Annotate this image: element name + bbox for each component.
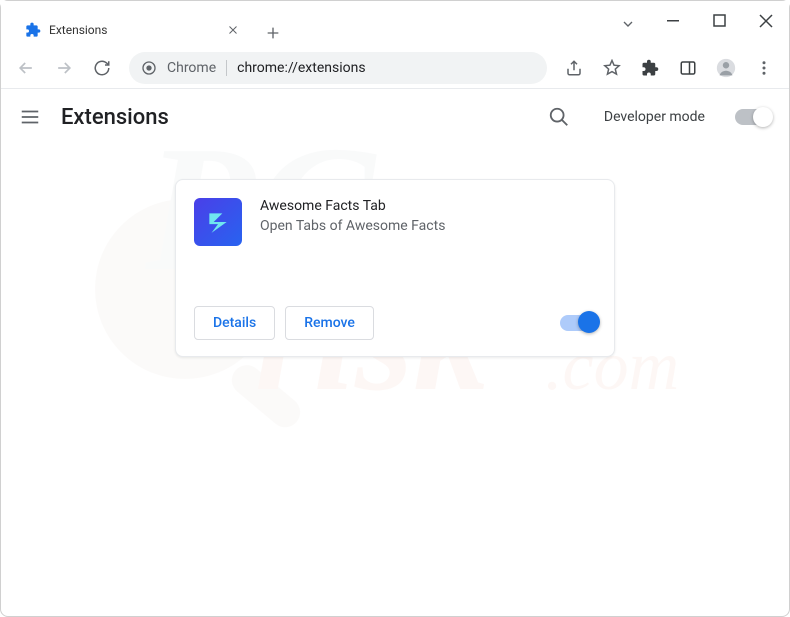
bookmark-icon[interactable] <box>595 51 629 85</box>
profile-icon[interactable] <box>709 51 743 85</box>
extension-name: Awesome Facts Tab <box>260 198 445 214</box>
back-button[interactable] <box>9 51 43 85</box>
tab-title: Extensions <box>49 23 217 37</box>
chrome-icon <box>141 60 157 76</box>
extension-icon <box>194 198 242 246</box>
share-icon[interactable] <box>557 51 591 85</box>
window-controls <box>605 1 789 47</box>
new-tab-button[interactable] <box>259 19 287 47</box>
remove-button[interactable]: Remove <box>285 306 374 340</box>
menu-icon[interactable] <box>747 51 781 85</box>
tab-close-icon[interactable] <box>225 22 241 38</box>
details-button[interactable]: Details <box>194 306 275 340</box>
forward-button[interactable] <box>47 51 81 85</box>
developer-mode-label: Developer mode <box>604 109 705 125</box>
chevron-down-icon[interactable] <box>605 1 651 47</box>
omnibox-separator <box>226 60 227 76</box>
omnibox-url: chrome://extensions <box>237 60 365 76</box>
sidepanel-icon[interactable] <box>671 51 705 85</box>
extensions-icon[interactable] <box>633 51 667 85</box>
extensions-header: Extensions Developer mode <box>1 89 789 145</box>
close-button[interactable] <box>743 1 789 41</box>
omnibox-scheme: Chrome <box>167 60 216 76</box>
browser-toolbar: Chrome chrome://extensions <box>1 47 789 89</box>
hamburger-icon[interactable] <box>19 106 41 128</box>
extension-card: Awesome Facts Tab Open Tabs of Awesome F… <box>175 179 615 357</box>
extension-enable-toggle[interactable] <box>560 315 596 331</box>
window-titlebar: Extensions <box>1 1 789 47</box>
reload-button[interactable] <box>85 51 119 85</box>
extension-description: Open Tabs of Awesome Facts <box>260 218 445 234</box>
search-icon[interactable] <box>548 106 570 128</box>
minimize-button[interactable] <box>651 1 697 41</box>
page-title: Extensions <box>61 105 169 130</box>
puzzle-icon <box>25 22 41 38</box>
browser-tab[interactable]: Extensions <box>13 13 253 47</box>
extensions-main: Awesome Facts Tab Open Tabs of Awesome F… <box>1 145 789 357</box>
tab-strip: Extensions <box>1 1 287 47</box>
address-bar[interactable]: Chrome chrome://extensions <box>129 52 547 84</box>
maximize-button[interactable] <box>697 1 743 41</box>
developer-mode-toggle[interactable] <box>735 109 771 125</box>
